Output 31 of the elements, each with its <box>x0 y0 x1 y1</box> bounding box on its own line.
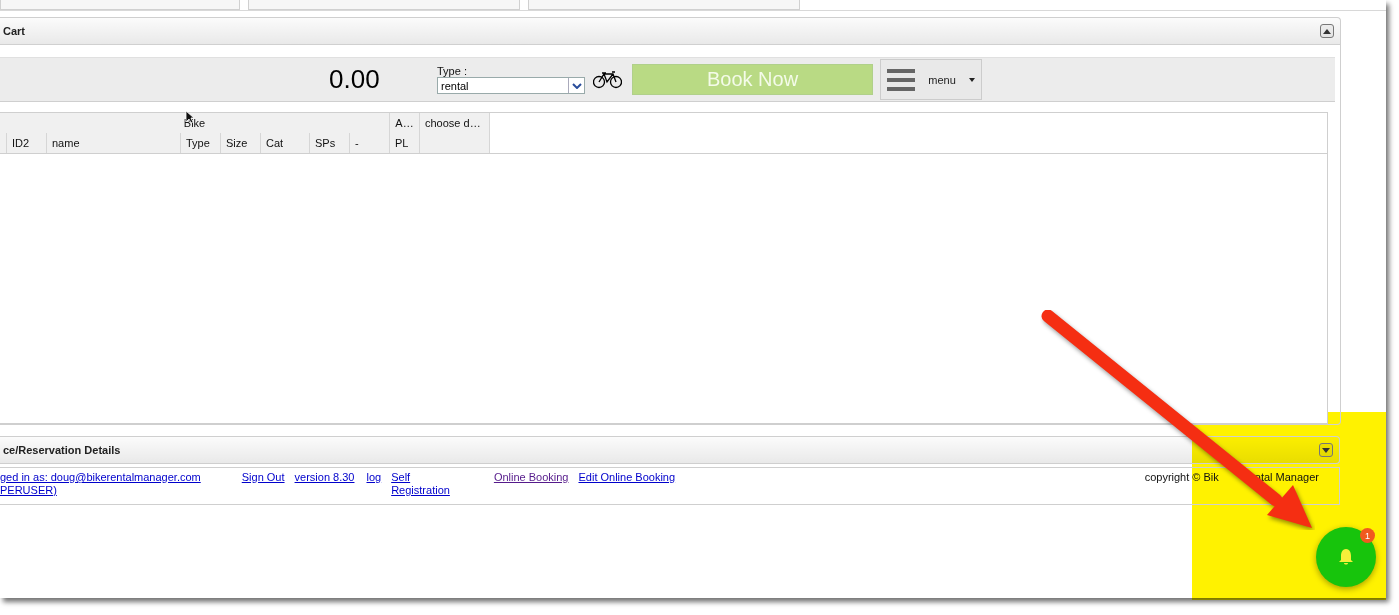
column-header[interactable]: Type <box>181 133 221 153</box>
column-header[interactable]: Size <box>221 133 261 153</box>
type-label: Type : <box>437 65 468 77</box>
footer-link[interactable]: Edit Online Booking <box>578 471 676 504</box>
chevron-down-icon <box>571 82 582 89</box>
collapse-button[interactable] <box>1320 24 1334 38</box>
expand-button[interactable] <box>1319 443 1333 457</box>
column-header[interactable]: choose d… <box>420 113 490 153</box>
footer-link[interactable]: Self Registration <box>391 471 450 504</box>
footer-link[interactable]: version 8.30 <box>294 471 355 504</box>
caret-icon <box>1323 28 1331 34</box>
column-header[interactable]: SPs <box>310 133 350 153</box>
footer-link[interactable]: ged in as: doug@bikerentalmanager.com PERUSER) <box>0 471 201 504</box>
copyright-text: copyright © Bik <box>1144 471 1219 485</box>
caret-icon <box>969 77 975 82</box>
column-header[interactable]: - <box>350 133 390 153</box>
panel-title: Cart <box>3 25 25 37</box>
column-header[interactable]: Cat <box>261 133 310 153</box>
menu-button[interactable]: menu <box>880 59 982 100</box>
cart-total: 0.00 <box>329 64 381 95</box>
footer-link[interactable]: Sign Out <box>241 471 285 504</box>
caret-icon <box>1322 447 1330 453</box>
footer-link[interactable]: Online Booking <box>493 471 569 504</box>
menu-icon <box>887 68 915 91</box>
bicycle-icon[interactable] <box>593 70 622 89</box>
copyright-text: ntal Manager <box>1254 471 1319 485</box>
type-select[interactable]: rental <box>437 77 585 94</box>
column-header[interactable]: name <box>47 133 181 153</box>
panel-title: ce/Reservation Details <box>3 444 121 456</box>
footer-link[interactable]: log <box>366 471 382 504</box>
column-header[interactable]: ID2 <box>7 133 47 153</box>
